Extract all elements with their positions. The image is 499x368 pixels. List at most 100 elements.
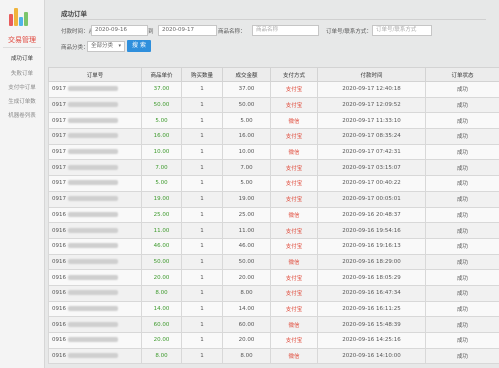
- table-row: 0916 20.00 1 20.00 支付宝 2020-09-16 18:05:29 成功: [48, 269, 499, 286]
- status-cell: 成功: [425, 284, 499, 302]
- order-no-redacted: [68, 290, 118, 296]
- quantity-cell: 1: [181, 190, 223, 208]
- order-no-prefix: 0916: [52, 321, 66, 328]
- unit-price-cell: 8.00: [141, 347, 182, 365]
- unit-price-cell: 50.00: [141, 253, 182, 271]
- unit-price-cell: 46.00: [141, 237, 182, 255]
- pay-method-cell: 支付宝: [270, 269, 318, 286]
- order-no-cell: 0916: [48, 222, 142, 239]
- status-cell: 成功: [425, 128, 499, 145]
- pay-time-cell: 2020-09-17 11:33:10: [317, 112, 426, 130]
- pay-method-cell: 支付宝: [270, 300, 318, 318]
- unit-price-cell: 60.00: [141, 316, 182, 333]
- status-cell: 成功: [425, 159, 499, 177]
- table-row: 0916 20.00 1 20.00 支付宝 2020-09-16 14:25:16 成功: [48, 332, 499, 349]
- header-amount: 成交金额: [222, 67, 271, 82]
- order-no-prefix: 0917: [52, 196, 66, 203]
- order-no-cell: 0916: [48, 347, 142, 365]
- pay-method-cell: 微信: [270, 112, 318, 130]
- order-no-redacted: [68, 180, 118, 186]
- page-title: 成功订单: [61, 10, 87, 18]
- order-no-prefix: 0917: [52, 180, 66, 187]
- pay-method-cell: 支付宝: [270, 332, 318, 349]
- pay-time-cell: 2020-09-16 19:16:13: [317, 237, 426, 255]
- sidebar-item-success-orders[interactable]: 成功订单: [0, 54, 44, 62]
- order-no-prefix: 0916: [52, 227, 66, 234]
- order-no-prefix: 0916: [52, 353, 66, 360]
- amount-cell: 14.00: [222, 300, 271, 318]
- unit-price-cell: 20.00: [141, 269, 182, 286]
- table-row: 0917 5.00 1 5.00 支付宝 2020-09-17 00:40:22 成功: [48, 175, 499, 192]
- sidebar-divider: [3, 47, 41, 48]
- order-no-prefix: 0917: [52, 164, 66, 171]
- order-no-cell: 0916: [48, 253, 142, 271]
- status-cell: 成功: [425, 347, 499, 365]
- pay-time-cell: 2020-09-17 07:42:31: [317, 143, 426, 161]
- sidebar-item-generated-orders[interactable]: 生成订单数: [0, 97, 44, 105]
- order-no-label: 订单号/联系方式：: [326, 29, 372, 35]
- order-no-prefix: 0916: [52, 305, 66, 312]
- date-to-input[interactable]: 2020-09-17: [158, 25, 217, 36]
- order-no-input[interactable]: 订单号/联系方式: [372, 25, 432, 36]
- amount-cell: 11.00: [222, 222, 271, 239]
- unit-price-cell: 14.00: [141, 300, 182, 318]
- pay-time-cell: 2020-09-17 00:05:01: [317, 190, 426, 208]
- pay-method-cell: 支付宝: [270, 284, 318, 302]
- table-row: 0917 19.00 1 19.00 支付宝 2020-09-17 00:05:01 成功: [48, 190, 499, 208]
- order-no-redacted: [68, 117, 118, 123]
- table-row: 0916 14.00 1 14.00 支付宝 2020-09-16 16:11:25 成功: [48, 300, 499, 318]
- quantity-cell: 1: [181, 81, 223, 98]
- order-no-prefix: 0917: [52, 102, 66, 109]
- quantity-cell: 1: [181, 284, 223, 302]
- quantity-cell: 1: [181, 237, 223, 255]
- chevron-down-icon: ▾: [118, 43, 121, 49]
- date-from-input[interactable]: 2020-09-16: [91, 25, 148, 36]
- pay-time-cell: 2020-09-17 00:40:22: [317, 175, 426, 192]
- pay-method-cell: 支付宝: [270, 96, 318, 114]
- order-no-cell: 0917: [48, 128, 142, 145]
- pay-method-cell: 微信: [270, 143, 318, 161]
- table-row: 0917 10.00 1 10.00 微信 2020-09-17 07:42:31 成功: [48, 143, 499, 161]
- unit-price-cell: 11.00: [141, 222, 182, 239]
- status-cell: 成功: [425, 190, 499, 208]
- pay-method-cell: 微信: [270, 347, 318, 365]
- table-row: 0916 60.00 1 60.00 微信 2020-09-16 15:48:39 成功: [48, 316, 499, 333]
- status-cell: 成功: [425, 332, 499, 349]
- order-no-cell: 0916: [48, 332, 142, 349]
- order-no-prefix: 0917: [52, 86, 66, 93]
- pay-method-cell: 微信: [270, 253, 318, 271]
- order-no-redacted: [68, 211, 118, 217]
- sidebar-item-failed-orders[interactable]: 失败订单: [0, 69, 44, 77]
- header-unit-price: 商品单价: [141, 67, 182, 82]
- order-no-cell: 0916: [48, 206, 142, 224]
- search-button[interactable]: 搜 索: [127, 40, 151, 52]
- order-no-redacted: [68, 86, 118, 92]
- order-no-redacted: [68, 353, 118, 359]
- product-name-input[interactable]: 商品名称: [252, 25, 319, 36]
- amount-cell: 60.00: [222, 316, 271, 333]
- order-no-redacted: [68, 149, 118, 155]
- title-divider: [61, 19, 486, 20]
- order-no-cell: 0916: [48, 284, 142, 302]
- sidebar-item-voucher-list[interactable]: 机器卷列表: [0, 111, 44, 119]
- table-row: 0916 11.00 1 11.00 支付宝 2020-09-16 19:54:16 成功: [48, 222, 499, 239]
- order-no-cell: 0917: [48, 190, 142, 208]
- quantity-cell: 1: [181, 128, 223, 145]
- sidebar-item-pending-orders[interactable]: 支付中订单: [0, 83, 44, 91]
- amount-cell: 50.00: [222, 96, 271, 114]
- pay-method-cell: 支付宝: [270, 237, 318, 255]
- pay-time-cell: 2020-09-16 16:11:25: [317, 300, 426, 318]
- quantity-cell: 1: [181, 347, 223, 365]
- pay-time-label: 付款时间：从: [61, 29, 95, 35]
- quantity-cell: 1: [181, 206, 223, 224]
- unit-price-cell: 19.00: [141, 190, 182, 208]
- category-select[interactable]: 全部分类 ▾: [87, 41, 125, 52]
- pay-time-cell: 2020-09-16 18:05:29: [317, 269, 426, 286]
- table-row: 0916 8.00 1 8.00 微信 2020-09-16 14:10:00 成功: [48, 347, 499, 365]
- table-header-row: 订单号 商品单价 购买数量 成交金额 支付方式 付款时间 订单状态: [48, 67, 499, 82]
- pay-method-cell: 支付宝: [270, 81, 318, 98]
- sidebar-section-title[interactable]: 交易管理: [0, 35, 44, 45]
- order-no-redacted: [68, 227, 118, 233]
- amount-cell: 10.00: [222, 143, 271, 161]
- bar-chart-logo-icon: [9, 6, 31, 26]
